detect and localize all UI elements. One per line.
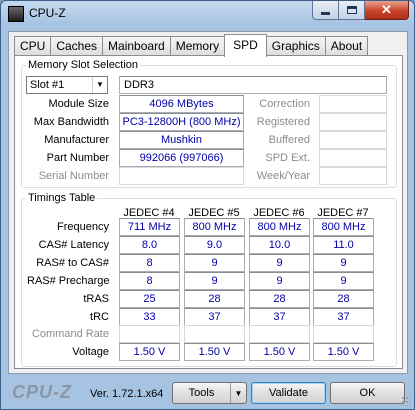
validate-button[interactable]: Validate xyxy=(251,382,326,404)
ok-button[interactable]: OK xyxy=(330,382,405,404)
spd-tab-panel: Memory Slot Selection Timings Table Slot… xyxy=(14,55,403,369)
validate-button-label: Validate xyxy=(269,387,308,399)
maximize-icon xyxy=(346,6,357,14)
slot-row-label: Module Size xyxy=(48,98,109,110)
slot-row-label: Max Bandwidth xyxy=(33,116,109,128)
close-icon: ✕ xyxy=(381,2,392,17)
timing-row-label: tRAS xyxy=(83,293,109,305)
tab-strip: CPU Caches Mainboard Memory SPD Graphics About xyxy=(14,34,369,57)
slot-right-label: Buffered xyxy=(268,134,310,146)
slot-row-value: PC3-12800H (800 MHz) xyxy=(119,113,244,131)
memory-slot-legend: Memory Slot Selection xyxy=(28,59,139,71)
slot-row-label: Part Number xyxy=(46,152,109,164)
slot-right-label: Registered xyxy=(256,116,310,128)
minimize-button[interactable] xyxy=(312,1,339,20)
minimize-icon xyxy=(321,11,330,15)
timing-row-label: RAS# to CAS# xyxy=(36,257,109,269)
timing-cell: 25 xyxy=(119,290,180,308)
timing-cell-empty xyxy=(184,325,245,343)
timing-cell: 8.0 xyxy=(119,236,180,254)
tab-memory[interactable]: Memory xyxy=(169,36,226,56)
tab-cpu[interactable]: CPU xyxy=(14,36,52,56)
timing-cell-empty xyxy=(249,325,310,343)
timing-cell: 1.50 V xyxy=(184,343,245,361)
timing-cell: 9.0 xyxy=(184,236,245,254)
title-bar[interactable]: CPU-Z ✕ xyxy=(1,1,414,27)
timing-row-label: tRC xyxy=(90,311,109,323)
version-label: Ver. 1.72.1.x64 xyxy=(90,388,164,400)
timing-cell: 1.50 V xyxy=(249,343,310,361)
close-button[interactable]: ✕ xyxy=(365,1,409,20)
timing-cell-empty xyxy=(119,325,180,343)
ok-button-label: OK xyxy=(359,387,376,399)
cpuz-app-icon[interactable] xyxy=(8,6,24,22)
timing-cell: 9 xyxy=(249,272,310,290)
timing-cell: 9 xyxy=(184,272,245,290)
timing-cell: 28 xyxy=(249,290,310,308)
timing-cell: 1.50 V xyxy=(119,343,180,361)
tab-caches[interactable]: Caches xyxy=(50,36,104,56)
slot-right-label: SPD Ext. xyxy=(265,152,310,164)
slot-right-label: Correction xyxy=(259,98,310,110)
maximize-button[interactable] xyxy=(339,1,365,20)
resize-grip[interactable] xyxy=(401,396,411,406)
caption-buttons: ✕ xyxy=(312,1,409,20)
timing-cell: 37 xyxy=(184,308,245,326)
slot-row-label: Manufacturer xyxy=(44,134,109,146)
timing-cell-empty xyxy=(313,325,374,343)
timing-cell: 10.0 xyxy=(249,236,310,254)
timing-row-label: Voltage xyxy=(72,346,109,358)
timing-cell: 28 xyxy=(184,290,245,308)
timing-row-label: Command Rate xyxy=(31,328,109,340)
slot-right-label: Week/Year xyxy=(256,170,310,182)
memory-type-field: DDR3 xyxy=(119,76,387,94)
tab-mainboard[interactable]: Mainboard xyxy=(102,36,171,56)
timing-row-label: CAS# Latency xyxy=(38,239,109,251)
tab-graphics[interactable]: Graphics xyxy=(265,36,326,56)
timing-cell: 33 xyxy=(119,308,180,326)
footer-bar: CPU-Z Ver. 1.72.1.x64 Tools ▼ Validate O… xyxy=(1,376,414,409)
cpuz-brand-logo: CPU-Z xyxy=(12,382,72,402)
slot-right-value xyxy=(319,167,387,185)
slot-select[interactable]: Slot #1 ▼ xyxy=(26,76,108,94)
timing-cell: 9 xyxy=(313,272,374,290)
slot-row-value: 4096 MBytes xyxy=(119,95,244,113)
timing-cell: 37 xyxy=(313,308,374,326)
window-title: CPU-Z xyxy=(29,6,66,20)
slot-right-value xyxy=(319,113,387,131)
slot-row-label: Serial Number xyxy=(38,170,109,182)
tab-spd[interactable]: SPD xyxy=(224,34,267,57)
slot-right-value xyxy=(319,131,387,149)
slot-row-value: 992066 (997066) xyxy=(119,149,244,167)
timing-cell: 711 MHz xyxy=(119,218,180,236)
timing-cell: 9 xyxy=(249,254,310,272)
tools-dropdown-icon[interactable]: ▼ xyxy=(230,383,246,403)
timing-cell: 37 xyxy=(249,308,310,326)
timing-cell: 9 xyxy=(184,254,245,272)
slot-row-value: Mushkin xyxy=(119,131,244,149)
timing-cell: 8 xyxy=(119,272,180,290)
timing-cell: 800 MHz xyxy=(249,218,310,236)
timing-cell: 11.0 xyxy=(313,236,374,254)
cpuz-window: CPU-Z ✕ CPU Caches Mainboard Memory SPD Graph… xyxy=(0,0,415,410)
timing-cell: 800 MHz xyxy=(313,218,374,236)
timing-cell: 1.50 V xyxy=(313,343,374,361)
timings-legend: Timings Table xyxy=(28,192,96,204)
timing-cell: 9 xyxy=(313,254,374,272)
slot-row-value-empty xyxy=(119,167,244,185)
timing-row-label: Frequency xyxy=(57,221,109,233)
timing-cell: 800 MHz xyxy=(184,218,245,236)
tools-button-label: Tools xyxy=(188,387,215,399)
timing-row-label: RAS# Precharge xyxy=(27,275,110,287)
timing-cell: 8 xyxy=(119,254,180,272)
tab-about[interactable]: About xyxy=(324,36,369,56)
slot-select-value: Slot #1 xyxy=(30,79,65,91)
tools-button[interactable]: Tools ▼ xyxy=(172,382,247,404)
timing-cell: 28 xyxy=(313,290,374,308)
slot-right-value xyxy=(319,149,387,167)
chevron-down-icon[interactable]: ▼ xyxy=(92,77,107,93)
slot-right-value xyxy=(319,95,387,113)
